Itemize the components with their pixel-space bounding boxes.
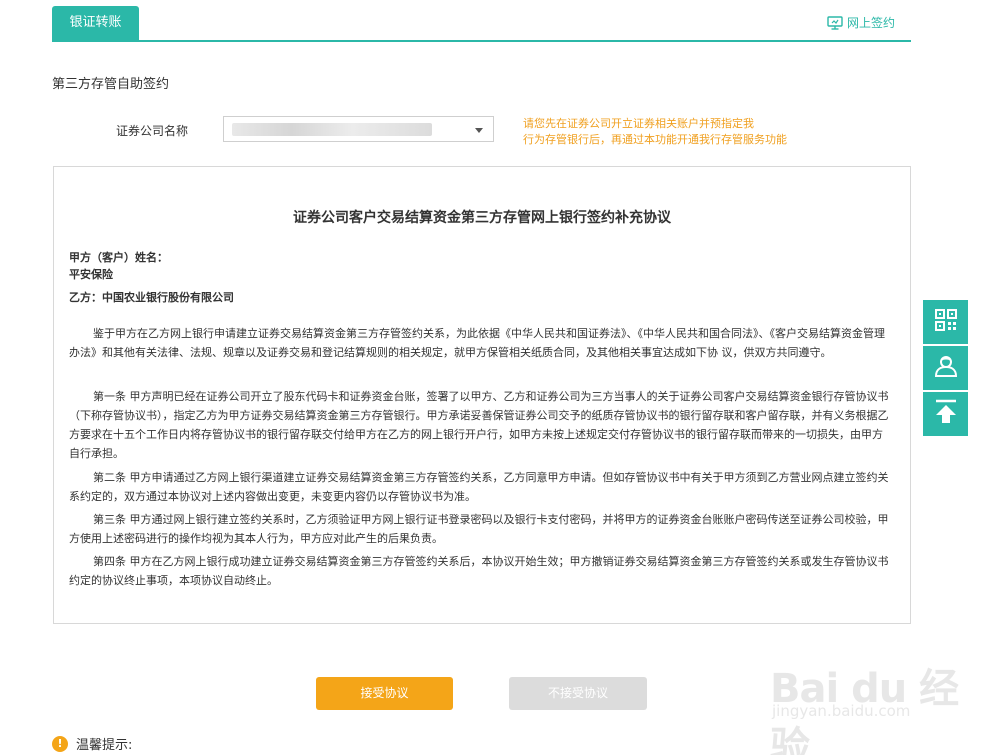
decline-button[interactable]: 不接受协议 — [509, 677, 647, 710]
agreement-paragraph: 第二条 甲方申请通过乙方网上银行渠道建立证券交易结算资金第三方存管签约关系，乙方… — [69, 471, 889, 503]
users-icon — [933, 354, 959, 382]
customer-service-button[interactable] — [923, 346, 968, 390]
section-title: 第三方存管自助签约 — [52, 77, 170, 92]
party-a-label: 甲方（客户）姓名： — [69, 251, 168, 264]
watermark-url: jingyan.baidu.com — [772, 702, 911, 720]
notice-text: 请您先在证券公司开立证券相关账户并预指定我 行为存管银行后，再通过本功能开通我行… — [523, 116, 833, 148]
online-sign-link[interactable]: 网上签约 — [827, 14, 895, 31]
warm-tip-label: 温馨提示: — [76, 738, 133, 753]
baidu-watermark: Bai du 经验 jingyan.baidu.com — [762, 648, 962, 755]
accept-button[interactable]: 接受协议 — [316, 677, 453, 710]
company-name-label: 证券公司名称 — [116, 124, 189, 138]
company-select[interactable] — [223, 116, 494, 142]
online-sign-label: 网上签约 — [846, 16, 895, 30]
qr-code-icon — [934, 308, 958, 336]
agreement-paragraph: 鉴于甲方在乙方网上银行申请建立证券交易结算资金第三方存管签约关系，为此依据《中华… — [69, 327, 885, 359]
qr-code-button[interactable] — [923, 300, 968, 344]
back-to-top-button[interactable] — [923, 392, 968, 436]
monitor-icon — [827, 15, 843, 30]
party-a-name: 平安保险 — [69, 268, 113, 281]
notice-line-2: 行为存管银行后，再通过本功能开通我行存管服务功能 — [523, 133, 787, 146]
agreement-title: 证券公司客户交易结算资金第三方存管网上银行签约补充协议 — [293, 210, 671, 226]
arrow-up-icon — [934, 399, 958, 429]
tab-bank-securities-transfer[interactable]: 银证转账 — [52, 6, 139, 40]
agreement-panel: 证券公司客户交易结算资金第三方存管网上银行签约补充协议 甲方（客户）姓名： 平安… — [53, 166, 911, 624]
side-toolbar — [923, 300, 968, 438]
agreement-paragraph: 第四条 甲方在乙方网上银行成功建立证券交易结算资金第三方存管签约关系后，本协议开… — [69, 555, 889, 587]
redacted-company-value — [232, 123, 432, 136]
tab-bar: 银证转账 网上签约 — [52, 6, 911, 42]
party-b: 乙方：中国农业银行股份有限公司 — [69, 291, 234, 304]
warning-icon: ! — [52, 735, 68, 752]
notice-line-1: 请您先在证券公司开立证券相关账户并预指定我 — [523, 117, 754, 130]
chevron-down-icon — [475, 128, 483, 133]
agreement-paragraph: 第三条 甲方通过网上银行建立签约关系时，乙方须验证甲方网上银行证书登录密码以及银… — [69, 513, 889, 545]
warm-tip: ! 温馨提示: — [52, 734, 132, 753]
agreement-paragraph: 第一条 甲方声明已经在证券公司开立了股东代码卡和证券资金台账，签署了以甲方、乙方… — [69, 390, 889, 460]
